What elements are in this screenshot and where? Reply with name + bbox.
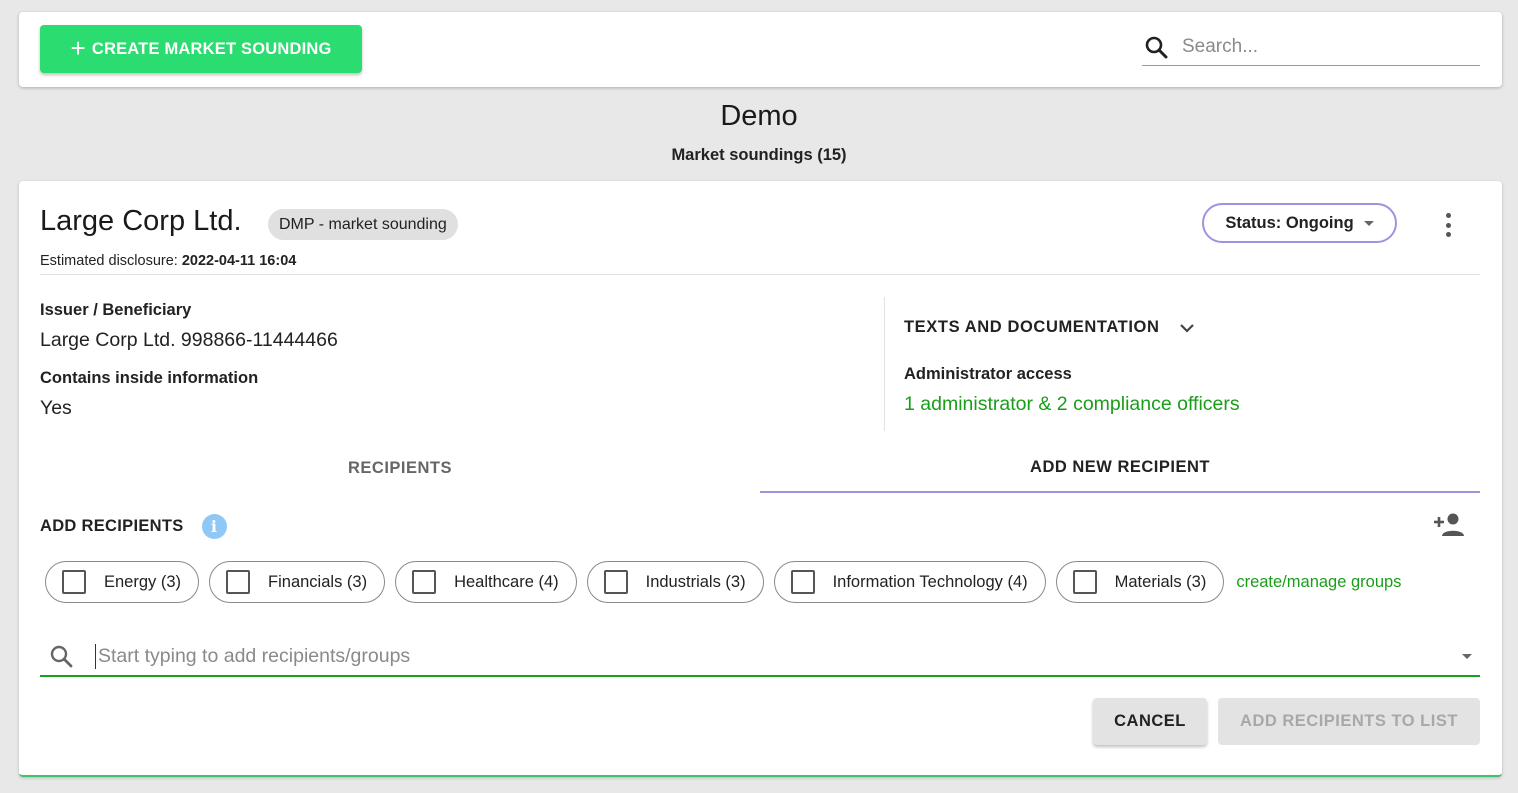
disclosure-label: Estimated disclosure: xyxy=(40,253,178,269)
estimated-disclosure: Estimated disclosure: 2022-04-11 16:04 xyxy=(40,253,296,269)
page-subtitle: Market soundings (15) xyxy=(671,146,847,164)
group-chip-financials[interactable]: Financials (3) xyxy=(209,561,386,603)
vertical-divider xyxy=(884,297,885,431)
inside-info-label: Contains inside information xyxy=(40,369,259,387)
checkbox[interactable] xyxy=(1072,570,1097,594)
info-icon[interactable]: i xyxy=(201,514,227,539)
sounding-type-chip: DMP - market sounding xyxy=(268,209,458,240)
group-chip-energy[interactable]: Energy (3) xyxy=(45,561,200,603)
group-label: Energy (3) xyxy=(104,572,182,591)
checkbox[interactable] xyxy=(62,570,86,594)
caret-down-icon xyxy=(1363,220,1374,226)
status-dropdown[interactable]: Status: Ongoing xyxy=(1202,203,1397,243)
checkbox[interactable] xyxy=(603,570,628,594)
recipient-search-input[interactable] xyxy=(95,643,1425,669)
texts-and-documentation-toggle[interactable]: TEXTS AND DOCUMENTATION xyxy=(904,318,1195,337)
chevron-down-icon xyxy=(1180,323,1195,333)
inside-info-value: Yes xyxy=(40,397,72,419)
group-chip-materials[interactable]: Materials (3) xyxy=(1055,561,1225,603)
top-toolbar: + CREATE MARKET SOUNDING xyxy=(19,12,1502,87)
group-chip-healthcare[interactable]: Healthcare (4) xyxy=(395,561,577,603)
create-button-label: CREATE MARKET SOUNDING xyxy=(91,39,332,58)
group-label: Industrials (3) xyxy=(645,572,746,591)
plus-icon: + xyxy=(70,33,86,63)
add-recipients-title: ADD RECIPIENTS xyxy=(40,517,184,535)
texts-doc-label: TEXTS AND DOCUMENTATION xyxy=(904,318,1160,336)
disclosure-value: 2022-04-11 16:04 xyxy=(181,253,297,269)
group-label: Information Technology (4) xyxy=(832,572,1028,591)
checkbox[interactable] xyxy=(790,570,815,594)
search-icon xyxy=(50,645,73,668)
divider xyxy=(40,274,1480,275)
person-add-icon[interactable] xyxy=(1433,512,1465,538)
checkbox[interactable] xyxy=(412,570,437,594)
search-icon xyxy=(1145,36,1168,58)
status-label: Status: Ongoing xyxy=(1225,213,1354,232)
group-label: Materials (3) xyxy=(1114,572,1207,591)
add-recipients-header: ADD RECIPIENTS i xyxy=(40,514,227,539)
admin-access-link[interactable]: 1 administrator & 2 compliance officers xyxy=(904,393,1240,416)
more-vertical-icon[interactable] xyxy=(1438,211,1458,239)
group-label: Healthcare (4) xyxy=(454,572,559,591)
admin-access-label: Administrator access xyxy=(904,365,1072,383)
add-recipients-to-list-button[interactable]: ADD RECIPIENTS TO LIST xyxy=(1218,698,1480,745)
group-label: Financials (3) xyxy=(268,572,368,591)
tab-add-new-recipient[interactable]: ADD NEW RECIPIENT xyxy=(760,443,1480,493)
issuer-value: Large Corp Ltd. 998866-11444466 xyxy=(40,329,338,351)
company-name: Large Corp Ltd. xyxy=(40,205,242,237)
issuer-label: Issuer / Beneficiary xyxy=(40,301,192,319)
cancel-button[interactable]: CANCEL xyxy=(1093,698,1207,745)
manage-groups-link[interactable]: create/manage groups xyxy=(1236,573,1401,592)
checkbox[interactable] xyxy=(226,570,251,594)
recipient-search-field[interactable] xyxy=(40,637,1480,677)
page-title: Demo xyxy=(720,100,798,132)
search-input[interactable] xyxy=(1180,34,1460,59)
global-search[interactable] xyxy=(1142,28,1480,66)
group-chip-industrials[interactable]: Industrials (3) xyxy=(586,561,764,603)
market-sounding-card: Large Corp Ltd. DMP - market sounding Es… xyxy=(19,181,1502,777)
tab-recipients[interactable]: RECIPIENTS xyxy=(40,443,760,493)
group-chip-information-technology[interactable]: Information Technology (4) xyxy=(773,561,1046,603)
caret-down-icon[interactable] xyxy=(1462,654,1472,659)
create-market-sounding-button[interactable]: + CREATE MARKET SOUNDING xyxy=(40,25,362,73)
recipient-groups: Energy (3) Financials (3) Healthcare (4)… xyxy=(45,561,1401,603)
